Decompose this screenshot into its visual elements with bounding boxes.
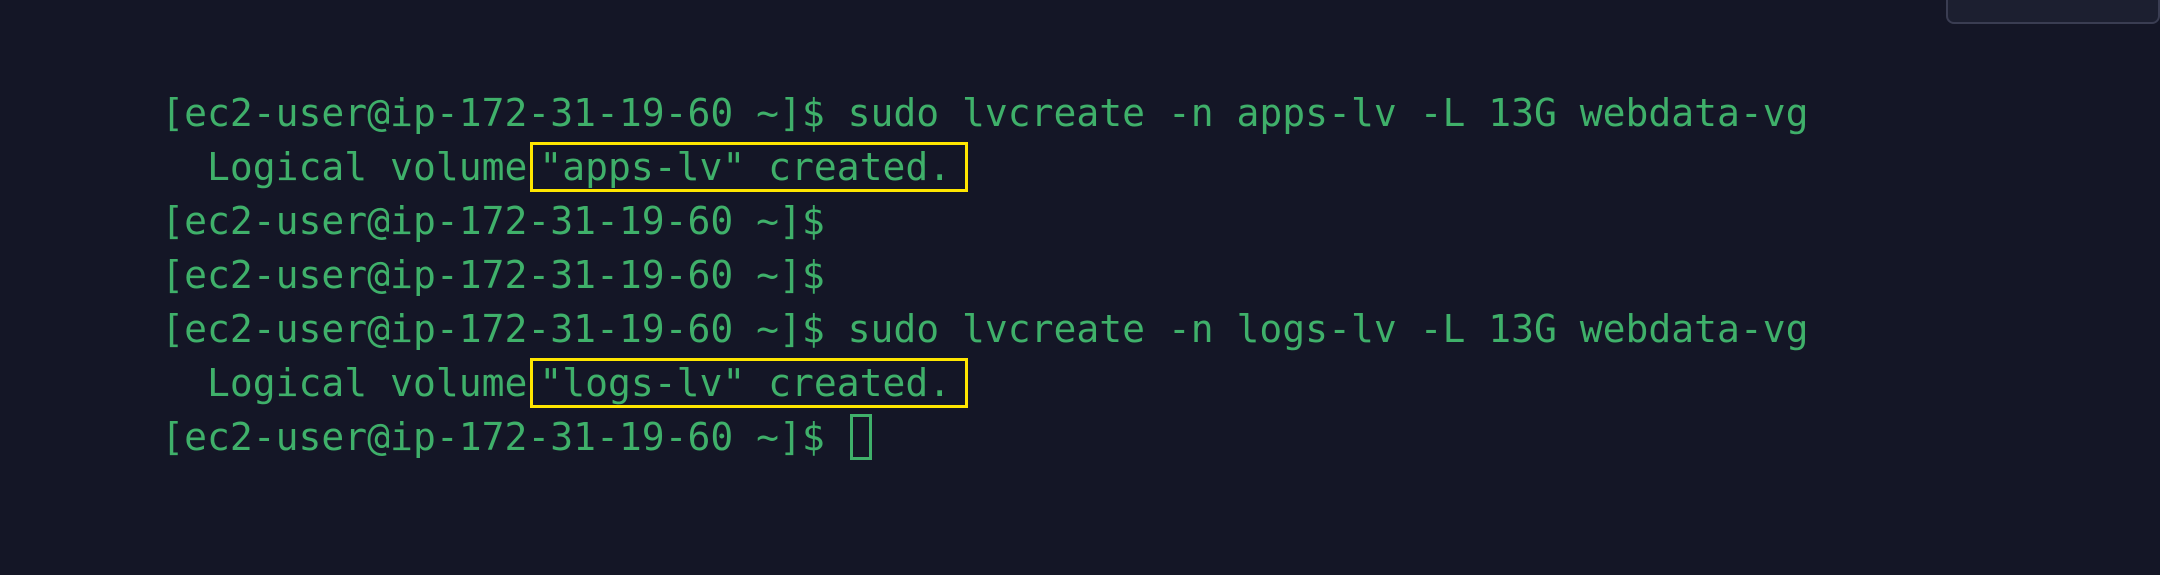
shell-prompt: [ec2-user@ip-172-31-19-60 ~]$ bbox=[161, 91, 825, 135]
command-text: sudo lvcreate -n logs-lv -L 13G webdata-… bbox=[824, 307, 1809, 351]
shell-prompt: [ec2-user@ip-172-31-19-60 ~]$ bbox=[161, 415, 825, 459]
command-input[interactable] bbox=[825, 415, 848, 459]
corner-tab[interactable] bbox=[1946, 0, 2160, 24]
shell-prompt: [ec2-user@ip-172-31-19-60 ~]$ bbox=[161, 307, 825, 351]
terminal-window[interactable]: [ec2-user@ip-172-31-19-60 ~]$ sudo lvcre… bbox=[0, 0, 2160, 575]
text-cursor bbox=[849, 413, 872, 460]
shell-prompt: [ec2-user@ip-172-31-19-60 ~]$ bbox=[161, 253, 825, 297]
shell-prompt: [ec2-user@ip-172-31-19-60 ~]$ bbox=[161, 199, 825, 243]
terminal-line: [ec2-user@ip-172-31-19-60 ~]$ sudo lvcre… bbox=[24, 32, 1808, 135]
output-text: Logical volume bbox=[161, 145, 528, 189]
highlighted-output: "apps-lv" created. bbox=[530, 142, 969, 192]
highlighted-output: "logs-lv" created. bbox=[530, 358, 969, 408]
terminal-output: [ec2-user@ip-172-31-19-60 ~]$ sudo lvcre… bbox=[24, 32, 1809, 460]
output-text: Logical volume bbox=[161, 361, 528, 405]
command-text: sudo lvcreate -n apps-lv -L 13G webdata-… bbox=[824, 91, 1809, 135]
